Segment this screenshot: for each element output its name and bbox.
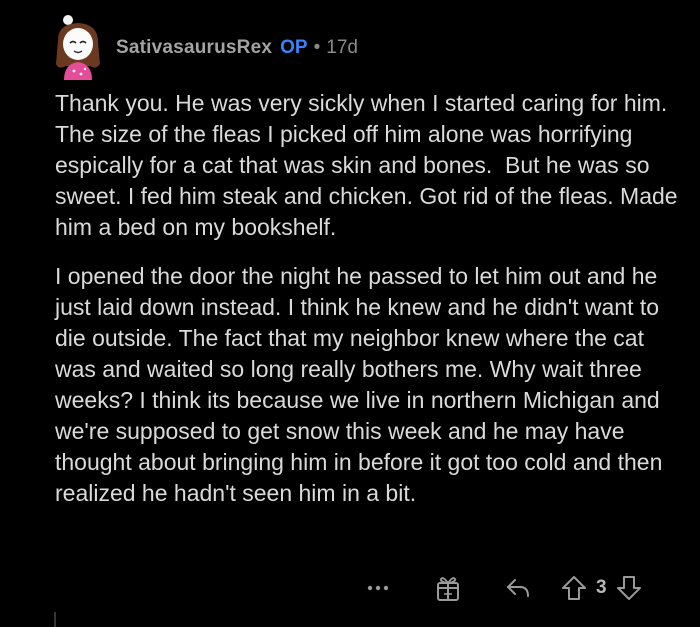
downvote-button[interactable] bbox=[613, 575, 645, 601]
award-button[interactable] bbox=[430, 574, 466, 602]
more-options-button[interactable] bbox=[360, 584, 396, 592]
downvote-icon bbox=[616, 576, 641, 600]
upvote-icon bbox=[562, 576, 586, 600]
award-icon bbox=[437, 577, 459, 601]
username-link[interactable]: SativasaurusRex bbox=[116, 37, 272, 59]
upvote-button[interactable] bbox=[558, 575, 590, 601]
comment-paragraph: I opened the door the night he passed to… bbox=[55, 263, 669, 506]
avatar[interactable] bbox=[48, 14, 106, 80]
comment-meta: SativasaurusRex OP • 17d bbox=[116, 37, 358, 59]
more-icon bbox=[367, 585, 389, 591]
comment-header: SativasaurusRex OP • 17d bbox=[48, 14, 358, 80]
thread-line bbox=[54, 612, 56, 627]
comment-actions: 3 bbox=[360, 570, 645, 606]
score-count: 3 bbox=[596, 577, 607, 598]
meta-separator: • bbox=[313, 37, 321, 58]
op-badge: OP bbox=[280, 37, 308, 58]
reply-icon bbox=[507, 579, 529, 597]
comment-body: Thank you. He was very sickly when I sta… bbox=[55, 88, 680, 527]
comment-paragraph: Thank you. He was very sickly when I sta… bbox=[55, 90, 684, 240]
comment-age: 17d bbox=[326, 37, 358, 58]
reply-button[interactable] bbox=[500, 577, 536, 599]
